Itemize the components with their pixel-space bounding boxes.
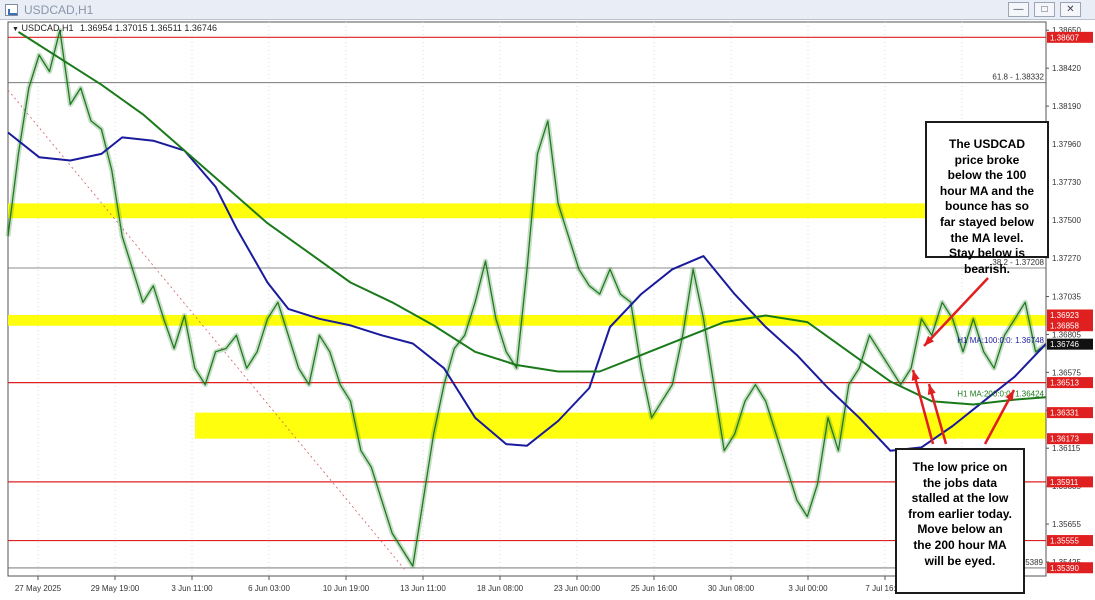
- x-tick-label: 13 Jun 11:00: [400, 584, 446, 593]
- plot-frame: [7, 21, 1047, 577]
- x-tick-label: 27 May 2025: [15, 584, 62, 593]
- minimize-button[interactable]: —: [1008, 2, 1029, 17]
- price-label-text: 1.36858: [1050, 322, 1079, 331]
- price-label-text: 1.36923: [1050, 311, 1079, 320]
- y-tick-label: 1.37270: [1052, 254, 1081, 263]
- y-tick-label: 1.37960: [1052, 140, 1081, 149]
- price-label-text: 1.38607: [1050, 33, 1079, 42]
- maximize-button[interactable]: □: [1034, 2, 1055, 17]
- y-tick-label: 1.37500: [1052, 216, 1081, 225]
- support-resistance-zone: [195, 412, 1046, 439]
- x-tick-label: 6 Jun 03:00: [248, 584, 290, 593]
- x-tick-label: 10 Jun 19:00: [323, 584, 370, 593]
- x-tick-label: 30 Jun 08:00: [708, 584, 755, 593]
- close-button[interactable]: ✕: [1060, 2, 1081, 17]
- y-tick-label: 1.35655: [1052, 520, 1081, 529]
- chart-window-icon: [5, 4, 18, 16]
- ma-100-label: H1 MA:100:0:0: 1.36748: [957, 336, 1044, 345]
- window-title: USDCAD,H1: [24, 3, 94, 17]
- ohlc-values: 1.36954 1.37015 1.36511 1.36746: [79, 23, 217, 33]
- price-label-text: 1.36173: [1050, 435, 1079, 444]
- y-tick-label: 1.37730: [1052, 178, 1081, 187]
- price-label-text: 1.35555: [1050, 537, 1079, 546]
- window-titlebar: USDCAD,H1 — □ ✕: [0, 0, 1095, 20]
- x-tick-label: 3 Jun 11:00: [171, 584, 213, 593]
- support-resistance-zone: [8, 203, 1046, 219]
- x-tick-label: 25 Jun 16:00: [631, 584, 678, 593]
- y-tick-label: 1.36115: [1052, 444, 1081, 453]
- fib-level-label: 61.8 - 1.38332: [992, 73, 1044, 82]
- x-tick-label: 18 Jun 08:00: [477, 584, 524, 593]
- price-label-text: 1.36513: [1050, 379, 1079, 388]
- annotation-ma-break: The USDCAD price broke below the 100 hou…: [925, 121, 1049, 276]
- price-label-text: 1.35911: [1050, 478, 1079, 487]
- y-tick-label: 1.36805: [1052, 330, 1081, 339]
- y-tick-label: 1.38190: [1052, 102, 1081, 111]
- annotation-jobs-low: The low price on the jobs data stalled a…: [895, 448, 1025, 594]
- y-tick-label: 1.37035: [1052, 293, 1081, 302]
- price-label-text: 1.35390: [1050, 564, 1079, 573]
- x-tick-label: 29 May 19:00: [91, 584, 140, 593]
- y-tick-label: 1.38420: [1052, 64, 1081, 73]
- price-label-text: 1.36331: [1050, 409, 1079, 418]
- y-tick-label: 1.36575: [1052, 368, 1081, 377]
- price-chart[interactable]: 61.8 - 1.38332 38.2 - 1.37208 35389 H1 MA:1…: [0, 20, 1095, 600]
- x-tick-label: 3 Jul 00:00: [788, 584, 828, 593]
- price-label-text: 1.36746: [1050, 340, 1079, 349]
- ma-200-label: H1 MA:200:0:0: 1.36424: [957, 389, 1044, 398]
- symbol-name: USDCAD,H1: [21, 23, 74, 33]
- symbol-header: ▼ USDCAD,H1 1.36954 1.37015 1.36511 1.36…: [12, 23, 217, 33]
- x-tick-label: 23 Jun 00:00: [554, 584, 601, 593]
